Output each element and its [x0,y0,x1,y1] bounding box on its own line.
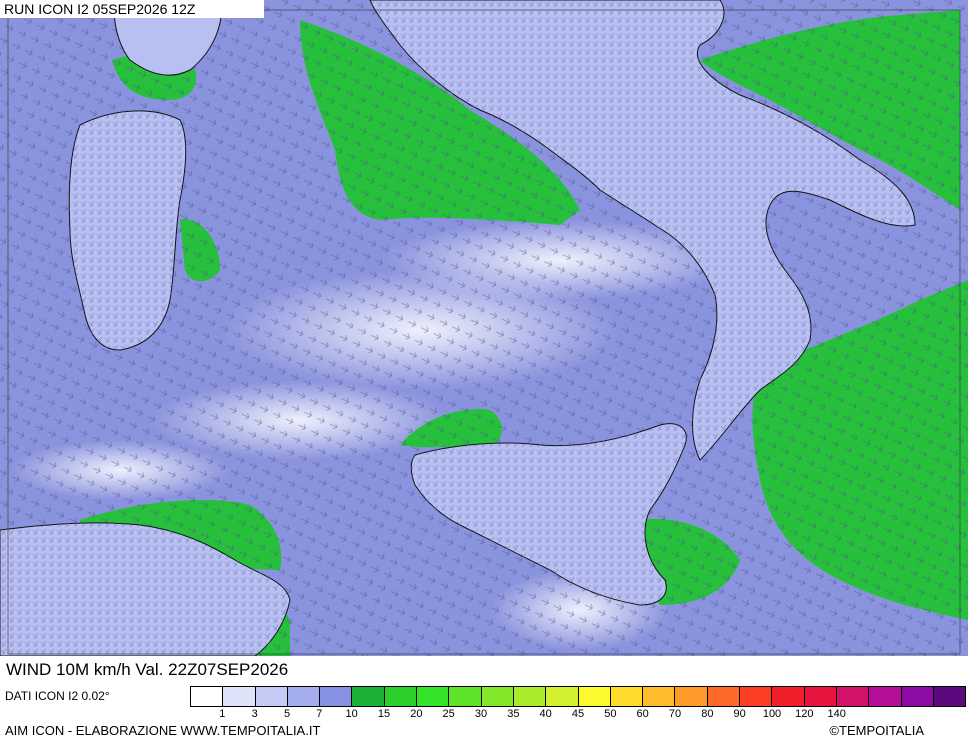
scale-swatch [804,687,837,706]
scale-tick-label: 80 [701,708,714,720]
scale-swatch [352,687,385,706]
scale-swatch [933,687,966,706]
scale-tick-label: 50 [604,708,617,720]
scale-swatch [255,687,288,706]
scale-tick-label: 30 [474,708,488,720]
scale-tick-label: 7 [316,708,323,720]
variable-label: WIND 10M km/h Val. 22Z07SEP2026 [0,656,414,684]
scale-swatch [901,687,934,706]
scale-tick-label: 45 [571,708,585,720]
scale-tick-label: 60 [636,708,649,720]
scale-tick-label: 70 [668,708,682,720]
scale-swatch [481,687,514,706]
scale-swatch [772,687,805,706]
scale-tick-label: 25 [442,708,455,720]
scale-tick-label: 120 [795,708,814,720]
scale-tick-label: 140 [827,708,846,720]
scale-swatch [610,687,644,706]
scale-swatch [223,687,256,706]
color-scale [190,686,966,707]
scale-swatch [320,687,353,706]
scale-tick-label: 20 [410,708,423,720]
scale-tick-label: 35 [507,708,520,720]
wind-map [0,0,968,656]
scale-tick-label: 10 [345,708,358,720]
scale-swatch [546,687,579,706]
scale-swatch [707,687,741,706]
data-source-label: DATI ICON I2 0.02° [5,689,110,703]
scale-tick-label: 1 [219,708,226,720]
scale-swatch [384,687,418,706]
scale-tick-label: 100 [762,708,782,720]
scale-swatch [449,687,482,706]
scale-swatch [417,687,450,706]
scale-swatch [513,687,547,706]
scale-tick-label: 5 [283,708,291,720]
scale-swatch [191,687,224,706]
run-label: RUN ICON I2 05SEP2026 12Z [0,0,264,18]
scale-swatch [675,687,708,706]
scale-swatch [578,687,611,706]
color-scale-ticks: 1 3 5 7 10 15 20 25 30 35 40 45 50 60 70 80 90 100 120 140 [190,708,966,722]
scale-tick-label: 3 [251,708,258,720]
scale-swatch [836,687,870,706]
scale-swatch [740,687,773,706]
scale-tick-label: 15 [377,708,391,720]
copyright-label: ©TEMPOITALIA [829,723,924,738]
scale-swatch [643,687,676,706]
footer-credit: AIM ICON - ELABORAZIONE WWW.TEMPOITALIA.… [5,723,321,738]
scale-tick-label: 90 [733,708,746,720]
scale-tick-label: 40 [539,708,552,720]
scale-swatch [869,687,902,706]
scale-swatch [287,687,321,706]
